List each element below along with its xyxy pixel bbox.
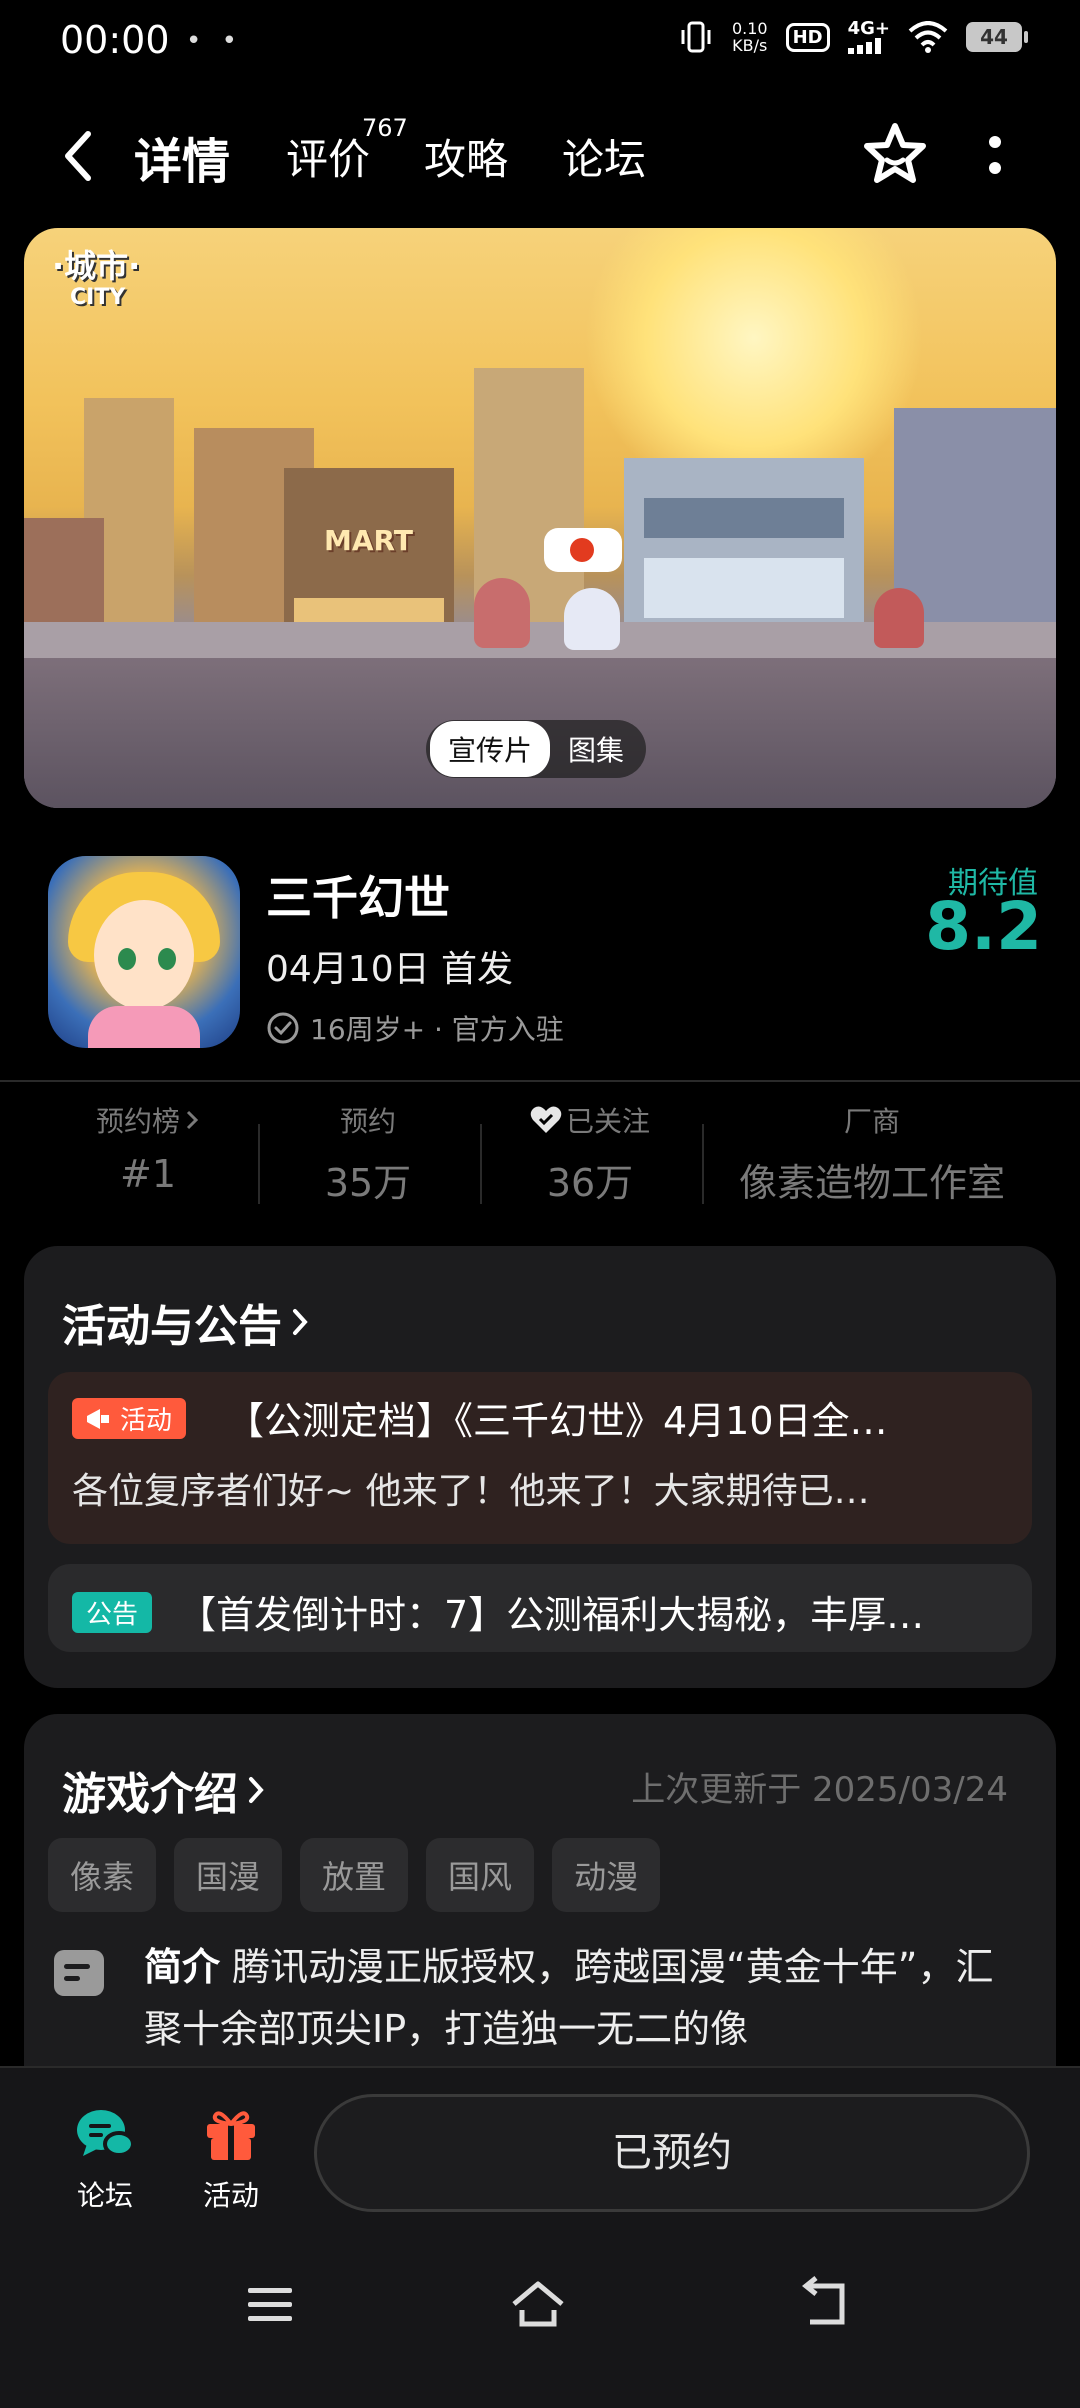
chevron-right-icon bbox=[186, 1110, 199, 1130]
top-nav: 详情 评价 767 攻略 论坛 bbox=[0, 100, 1080, 210]
battery-indicator: 44 bbox=[966, 22, 1028, 52]
stat-developer-value: 像素造物工作室 bbox=[738, 1161, 1005, 1205]
last-updated: 上次更新于 2025/03/24 bbox=[631, 1770, 1008, 1810]
release-date: 04月10日 首发 bbox=[266, 949, 514, 990]
summary-text[interactable]: 简介 腾讯动漫正版授权，跨越国漫“黄金十年”，汇聚十余部顶尖IP，打造独一无二的… bbox=[144, 1936, 1024, 2060]
announcements-card: 活动与公告 活动 【公测定档】《三千幻世》4月10日全… 各位复序者们好~ 他来… bbox=[24, 1246, 1056, 1688]
back-icon[interactable] bbox=[796, 2274, 856, 2334]
home-icon[interactable] bbox=[508, 2274, 568, 2334]
intro-title[interactable]: 游戏介绍 bbox=[62, 1758, 266, 1822]
activity-body: 各位复序者们好~ 他来了！他来了！大家期待已… bbox=[72, 1471, 870, 1512]
status-time: 00:00 bbox=[60, 18, 170, 62]
genre-tag[interactable]: 像素 bbox=[48, 1838, 157, 1912]
chip-gallery[interactable]: 图集 bbox=[550, 721, 642, 777]
genre-tag[interactable]: 国风 bbox=[426, 1838, 535, 1912]
stat-ranking[interactable]: 预约榜 #1 bbox=[68, 1100, 228, 1196]
tab-reviews[interactable]: 评价 bbox=[286, 126, 370, 187]
mart-sign: MART bbox=[324, 524, 413, 557]
tab-guides[interactable]: 攻略 bbox=[424, 126, 508, 187]
summary-label: 简介 bbox=[144, 1945, 221, 1989]
stat-reservations: 预约 35万 bbox=[288, 1100, 448, 1207]
notification-dots: • • bbox=[186, 26, 243, 56]
stats-row: 预约榜 #1 预约 35万 已关注 36万 厂商 像素造物工作室 bbox=[0, 1100, 1080, 1210]
age-and-official: 16周岁+ · 官方入驻 bbox=[310, 1013, 564, 1046]
genre-tag[interactable]: 放置 bbox=[300, 1838, 409, 1912]
announcement-title: 【首发倒计时：7】公测福利大揭秘，丰厚… bbox=[178, 1593, 925, 1637]
promo-banner[interactable]: MART ·城市· CITY 宣传片 图集 bbox=[24, 228, 1056, 808]
game-icon bbox=[48, 856, 240, 1048]
game-meta: 16周岁+ · 官方入驻 bbox=[266, 1008, 564, 1048]
reserved-button[interactable]: 已预约 bbox=[314, 2094, 1030, 2212]
genre-tag[interactable]: 国漫 bbox=[174, 1838, 283, 1912]
divider bbox=[0, 1080, 1080, 1082]
status-bar: 00:00 • • 0.10 KB/s HD 4G+ 44 bbox=[0, 0, 1080, 84]
wifi-icon bbox=[908, 21, 948, 53]
speech-bubble bbox=[544, 528, 622, 572]
menu-icon[interactable] bbox=[240, 2274, 300, 2334]
tab-forum[interactable]: 论坛 bbox=[562, 126, 646, 187]
stat-developer[interactable]: 厂商 像素造物工作室 bbox=[712, 1100, 1032, 1207]
city-logo: ·城市· CITY bbox=[52, 247, 141, 310]
review-count: 767 bbox=[362, 114, 408, 142]
tab-details[interactable]: 详情 bbox=[134, 122, 230, 192]
stat-ranking-value: #1 bbox=[119, 1152, 177, 1196]
network-type: 4G+ bbox=[847, 18, 890, 39]
announcement-notice[interactable]: 公告 【首发倒计时：7】公测福利大揭秘，丰厚… bbox=[48, 1564, 1032, 1652]
chip-trailer[interactable]: 宣传片 bbox=[430, 721, 551, 777]
character-red bbox=[474, 578, 530, 648]
vibrate-icon bbox=[681, 21, 711, 53]
character-pink bbox=[874, 588, 924, 648]
activity-title: 【公测定档】《三千幻世》4月10日全… bbox=[226, 1399, 888, 1443]
summary-icon bbox=[54, 1950, 104, 1996]
rating-value: 8.2 bbox=[925, 888, 1042, 965]
hd-badge: HD bbox=[785, 22, 830, 52]
chevron-right-icon bbox=[249, 1777, 264, 1803]
character-white bbox=[564, 588, 620, 650]
heart-check-icon bbox=[530, 1106, 562, 1133]
bottom-action-bar: 论坛 活动 已预约 bbox=[0, 2066, 1080, 2408]
announcements-title[interactable]: 活动与公告 bbox=[62, 1290, 310, 1354]
chevron-right-icon bbox=[293, 1309, 308, 1335]
genre-tags: 像素 国漫 放置 国风 动漫 bbox=[48, 1838, 661, 1912]
announcement-tag: 公告 bbox=[72, 1592, 153, 1633]
status-icons: 0.10 KB/s HD 4G+ 44 bbox=[678, 18, 1028, 55]
media-switch: 宣传片 图集 bbox=[426, 720, 647, 778]
megaphone-icon bbox=[87, 1408, 109, 1429]
activity-tag: 活动 bbox=[72, 1398, 187, 1439]
chat-bubble-icon bbox=[77, 2110, 135, 2157]
intro-card: 游戏介绍 上次更新于 2025/03/24 像素 国漫 放置 国风 动漫 简介 … bbox=[24, 1714, 1056, 2114]
signal-icon: 4G+ bbox=[847, 18, 890, 54]
net-speed: 0.10 KB/s bbox=[731, 19, 768, 55]
genre-tag[interactable]: 动漫 bbox=[552, 1838, 661, 1912]
summary-body: 腾讯动漫正版授权，跨越国漫“黄金十年”，汇聚十余部顶尖IP，打造独一无二的像 bbox=[144, 1945, 994, 2051]
game-title: 三千幻世 bbox=[266, 871, 450, 925]
stat-followed-value: 36万 bbox=[546, 1161, 634, 1205]
forum-button[interactable]: 论坛 bbox=[50, 2104, 160, 2214]
stat-reservations-value: 35万 bbox=[324, 1161, 412, 1205]
gift-icon bbox=[207, 2111, 255, 2160]
activity-button[interactable]: 活动 bbox=[176, 2104, 286, 2214]
activity-notice[interactable]: 活动 【公测定档】《三千幻世》4月10日全… 各位复序者们好~ 他来了！他来了！… bbox=[48, 1372, 1032, 1544]
stat-followed[interactable]: 已关注 36万 bbox=[510, 1100, 670, 1207]
verified-check-icon bbox=[267, 1012, 299, 1044]
